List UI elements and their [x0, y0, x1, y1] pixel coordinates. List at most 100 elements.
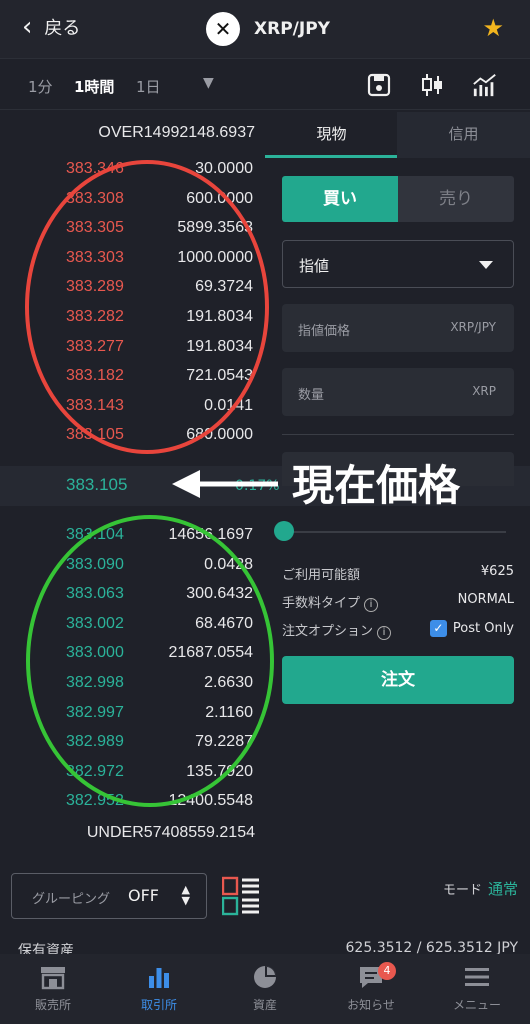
mode-value: 通常 [487, 880, 518, 898]
amount-slider-handle[interactable] [274, 521, 294, 541]
bid-price: 382.972 [66, 762, 124, 780]
nav-label: 資産 [252, 998, 277, 1012]
nav-label: メニュー [452, 998, 501, 1012]
bid-price: 383.063 [66, 585, 124, 603]
ask-price: 383.346 [66, 160, 124, 177]
nav-label: 販売所 [34, 998, 71, 1012]
pie-chart-icon [254, 966, 276, 988]
indicator-chart-icon[interactable] [472, 72, 498, 98]
ask-row[interactable]: 383.289 69.3724 [0, 278, 265, 308]
bid-price: 382.989 [66, 733, 124, 751]
nav-item-exchange[interactable]: 取引所 [106, 962, 212, 1013]
save-icon[interactable] [366, 72, 392, 98]
divider [282, 434, 514, 435]
fee-label: 手数料タイプ [282, 596, 361, 611]
bid-row[interactable]: 382.997 2.1160 [0, 704, 265, 734]
candlestick-icon[interactable] [419, 72, 445, 98]
available-value: ¥625 [480, 564, 514, 579]
ask-quantity: 69.3724 [195, 278, 253, 296]
price-change: -0.17% [230, 478, 280, 494]
bid-quantity: 14656.1697 [168, 526, 253, 543]
back-label: 戻る [44, 18, 81, 39]
fee-row: 手数料タイプ i NORMAL [282, 592, 514, 612]
ask-quantity: 721.0543 [186, 367, 253, 385]
app-header: ‹ 戻る ✕ XRP/JPY ★ [0, 0, 530, 58]
pair-name: XRP/JPY [254, 19, 330, 39]
bid-row[interactable]: 383.000 21687.0554 [0, 644, 265, 674]
nav-label: 取引所 [140, 998, 177, 1012]
fee-value: NORMAL [457, 592, 514, 607]
ask-price: 383.282 [66, 308, 124, 325]
ask-row[interactable]: 383.305 5899.3563 [0, 219, 265, 249]
ask-row[interactable]: 383.303 1000.0000 [0, 249, 265, 279]
stepper-arrows-icon: ▲ ▼ [181, 883, 190, 907]
ask-row[interactable]: 383.182 721.0543 [0, 367, 265, 397]
tab-margin[interactable]: 信用 [397, 112, 530, 158]
under-volume: UNDER57408559.2154 [86, 824, 255, 841]
annotation-current-price-label: 現在価格 [292, 461, 461, 510]
mode-indicator[interactable]: モード 通常 [443, 878, 518, 899]
bid-quantity: 0.0428 [204, 555, 253, 573]
sell-button[interactable]: 売り [398, 176, 514, 222]
interval-dropdown-icon[interactable]: ▼ [203, 75, 214, 91]
info-icon[interactable]: i [364, 598, 379, 612]
ask-row[interactable]: 383.308 600.0000 [0, 190, 265, 220]
ask-price: 383.289 [66, 278, 124, 296]
bid-row[interactable]: 383.063 300.6432 [0, 585, 265, 615]
bid-row[interactable]: 383.090 0.0428 [0, 556, 265, 586]
nav-item-sales[interactable]: 販売所 [0, 962, 106, 1013]
bid-price: 382.997 [66, 703, 124, 721]
bid-price: 383.090 [66, 555, 124, 573]
ask-row[interactable]: 383.346 30.0000 [0, 160, 265, 190]
interval-1d[interactable]: 1日 [136, 76, 161, 97]
submit-order-button[interactable]: 注文 [282, 656, 514, 704]
nav-item-assets[interactable]: 資産 [212, 962, 318, 1013]
ask-row[interactable]: 383.277 191.8034 [0, 338, 265, 368]
bid-price: 383.104 [66, 526, 124, 543]
ask-row[interactable]: 383.143 0.0141 [0, 397, 265, 427]
nav-item-notifications[interactable]: 4 お知らせ [318, 962, 424, 1013]
grouping-select[interactable]: グルーピング OFF ▲ ▼ [11, 873, 207, 919]
order-type-value: 指値 [299, 257, 330, 275]
bid-quantity: 79.2287 [195, 733, 253, 751]
bid-row[interactable]: 382.952 12400.5548 [0, 792, 265, 822]
ask-row[interactable]: 383.282 191.8034 [0, 308, 265, 338]
limit-price-unit: XRP/JPY [450, 320, 496, 334]
interval-1m[interactable]: 1分 [28, 76, 53, 97]
orderbook-layout-icon[interactable] [222, 876, 260, 916]
ask-quantity: 191.8034 [186, 337, 253, 355]
option-row: 注文オプション i ✓ Post Only [282, 620, 514, 640]
quantity-label: 数量 [298, 388, 325, 403]
nav-label: お知らせ [347, 998, 395, 1012]
post-only-label: Post Only [452, 621, 514, 636]
limit-price-input[interactable]: 指値価格 XRP/JPY [282, 304, 514, 352]
ask-row[interactable]: 383.105 680.0000 [0, 426, 265, 456]
post-only-checkbox[interactable]: ✓ Post Only [429, 620, 514, 637]
bid-row[interactable]: 382.998 2.6630 [0, 674, 265, 704]
info-icon[interactable]: i [377, 626, 392, 640]
bid-quantity: 68.4670 [195, 614, 253, 632]
ask-price: 383.308 [66, 189, 124, 207]
ask-price: 383.182 [66, 367, 124, 385]
mode-label: モード [442, 883, 482, 898]
ask-price: 383.105 [66, 426, 124, 444]
amount-slider-track[interactable] [284, 531, 506, 533]
bid-price: 383.000 [66, 644, 124, 662]
bid-row[interactable]: 382.972 135.7920 [0, 763, 265, 793]
interval-1h[interactable]: 1時間 [74, 76, 114, 97]
bid-quantity: 21687.0554 [168, 644, 253, 662]
nav-item-menu[interactable]: メニュー [424, 962, 530, 1013]
bid-row[interactable]: 383.104 14656.1697 [0, 526, 265, 556]
bid-row[interactable]: 383.002 68.4670 [0, 615, 265, 645]
back-button[interactable]: ‹ 戻る [22, 14, 80, 40]
quantity-unit: XRP [472, 384, 496, 398]
ask-quantity: 1000.0000 [177, 248, 253, 266]
pair-title: ✕ XRP/JPY [206, 12, 330, 46]
favorite-star-icon[interactable]: ★ [482, 14, 504, 42]
quantity-input[interactable]: 数量 XRP [282, 368, 514, 416]
buy-button[interactable]: 買い [282, 176, 398, 222]
order-type-select[interactable]: 指値 [282, 240, 514, 288]
bid-row[interactable]: 382.989 79.2287 [0, 733, 265, 763]
tab-spot[interactable]: 現物 [265, 112, 398, 158]
option-label: 注文オプション [282, 624, 374, 639]
